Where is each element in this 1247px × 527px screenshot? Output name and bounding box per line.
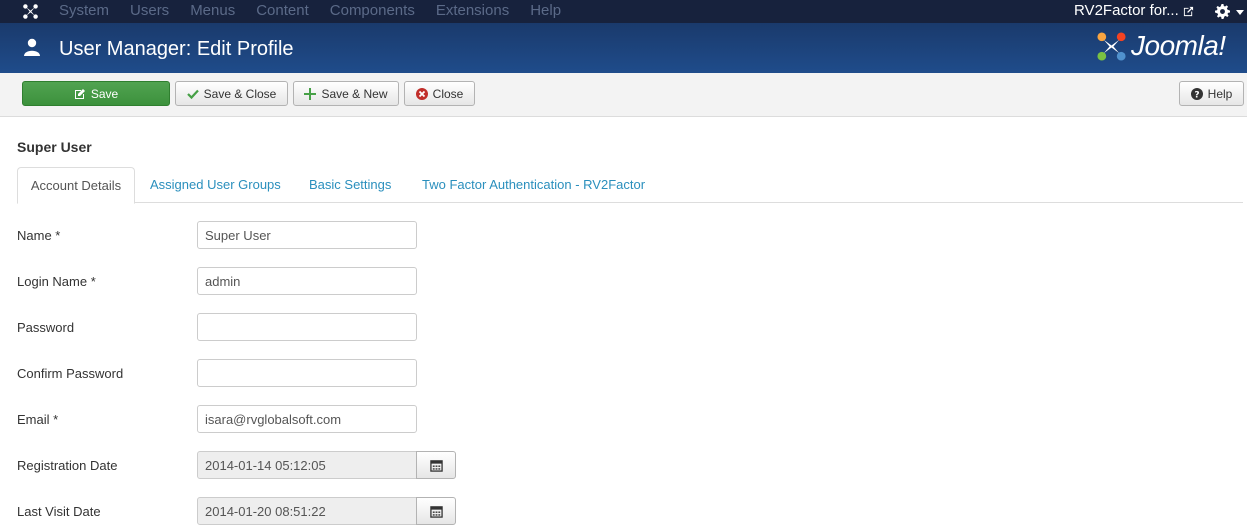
joomla-logo-icon	[1097, 32, 1126, 61]
confirm-password-field[interactable]	[197, 359, 417, 387]
registration-date-label: Registration Date	[17, 458, 118, 473]
save-button[interactable]: Save	[22, 81, 170, 106]
joomla-brand: Joomla!	[1131, 30, 1226, 61]
joomla-icon[interactable]	[22, 3, 39, 20]
name-label: Name *	[17, 228, 61, 243]
main-menu: System Users Menus Content Components Ex…	[59, 0, 582, 23]
password-label: Password	[17, 320, 75, 335]
question-icon: ?	[1190, 87, 1203, 100]
site-link[interactable]: RV2Factor for...	[1074, 0, 1179, 23]
profile-heading: Super User	[17, 139, 92, 155]
top-navbar: System Users Menus Content Components Ex…	[0, 0, 1247, 23]
menu-help[interactable]: Help	[530, 0, 561, 23]
login-name-label: Login Name *	[17, 274, 96, 289]
last-visit-date-calendar-button[interactable]	[416, 497, 456, 525]
registration-date-field	[197, 451, 417, 479]
tab-bar: Account Details Assigned User Groups Bas…	[17, 167, 1243, 204]
calendar-icon	[429, 505, 443, 518]
external-link-icon	[1183, 6, 1194, 17]
svg-text:?: ?	[1194, 90, 1199, 100]
save-new-button[interactable]: Save & New	[293, 81, 399, 106]
user-icon	[24, 38, 40, 56]
check-icon	[186, 89, 199, 99]
last-visit-date-label: Last Visit Date	[17, 504, 101, 519]
confirm-password-label: Confirm Password	[17, 366, 124, 381]
menu-extensions[interactable]: Extensions	[436, 0, 509, 23]
menu-system[interactable]: System	[59, 0, 109, 23]
close-label: Close	[432, 86, 464, 101]
page-title: User Manager: Edit Profile	[59, 38, 294, 60]
page-header: User Manager: Edit Profile Joomla!	[0, 23, 1247, 73]
help-label: Help	[1207, 86, 1233, 101]
save-close-button[interactable]: Save & Close	[175, 81, 288, 106]
password-field[interactable]	[197, 313, 417, 341]
tab-two-factor-authentication[interactable]: Two Factor Authentication - RV2Factor	[422, 167, 645, 203]
email-field[interactable]	[197, 405, 417, 433]
gear-icon[interactable]	[1215, 4, 1230, 19]
chevron-down-icon[interactable]	[1236, 10, 1244, 15]
name-field[interactable]	[197, 221, 417, 249]
tab-assigned-user-groups[interactable]: Assigned User Groups	[150, 167, 281, 203]
menu-components[interactable]: Components	[330, 0, 415, 23]
help-button[interactable]: ? Help	[1179, 81, 1244, 106]
login-name-field[interactable]	[197, 267, 417, 295]
toolbar: Save Save & Close Save & New Close ? Hel…	[0, 73, 1247, 117]
menu-menus[interactable]: Menus	[190, 0, 235, 23]
close-button[interactable]: Close	[404, 81, 475, 106]
registration-date-calendar-button[interactable]	[416, 451, 456, 479]
edit-icon	[74, 88, 85, 99]
menu-users[interactable]: Users	[130, 0, 169, 23]
save-close-label: Save & Close	[203, 86, 277, 101]
tab-basic-settings[interactable]: Basic Settings	[309, 167, 391, 203]
calendar-icon	[429, 459, 443, 472]
tab-account-details[interactable]: Account Details	[17, 167, 135, 204]
plus-icon	[304, 87, 317, 100]
save-label: Save	[90, 86, 119, 101]
email-label: Email *	[17, 412, 59, 427]
menu-content[interactable]: Content	[256, 0, 309, 23]
save-new-label: Save & New	[321, 86, 388, 101]
close-icon	[415, 87, 428, 100]
last-visit-date-field	[197, 497, 417, 525]
